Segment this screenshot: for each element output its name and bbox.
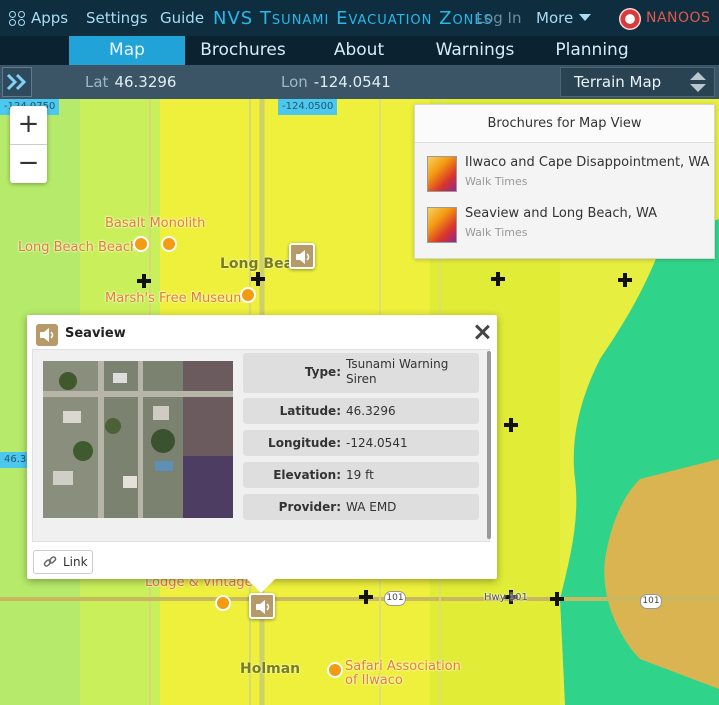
brochure-thumbnail-icon [427, 207, 457, 243]
siren-speaker-icon [36, 324, 58, 346]
crosshair-marker[interactable] [504, 418, 518, 432]
grid-label-lon-2: -124.0500 [278, 99, 338, 115]
lon-label: Lon [281, 73, 308, 91]
brochure-item[interactable]: Ilwaco and Cape Disappointment, WA Walk … [427, 153, 712, 197]
apps-link[interactable]: Apps [31, 0, 68, 36]
link-label: Link [63, 555, 88, 569]
poi-marker[interactable] [161, 236, 177, 252]
select-arrows-icon [690, 72, 706, 94]
brochure-title: Ilwaco and Cape Disappointment, WA [465, 155, 710, 170]
info-row-longitude: Longitude: -124.0541 [243, 430, 479, 456]
place-label: Marsh's Free Museum [105, 291, 246, 306]
poi-marker[interactable] [240, 287, 256, 303]
tab-about[interactable]: About [301, 36, 417, 65]
crosshair-marker[interactable] [550, 592, 564, 606]
info-value: 19 ft [346, 468, 374, 482]
siren-aerial-photo [43, 361, 233, 518]
crosshair-marker[interactable] [618, 273, 632, 287]
info-row-type: Type: Tsunami Warning Siren [243, 353, 479, 393]
close-icon[interactable] [474, 324, 490, 340]
settings-link[interactable]: Settings [86, 0, 148, 36]
highway-shield: 101 [384, 591, 406, 606]
info-key: Longitude: [268, 436, 341, 450]
nanoos-brand[interactable]: NANOOS [646, 0, 710, 37]
more-menu[interactable]: More [536, 0, 592, 36]
place-label: of Ilwaco [345, 673, 403, 688]
poi-marker[interactable] [327, 662, 343, 678]
info-row-elevation: Elevation: 19 ft [243, 462, 479, 488]
info-key: Provider: [278, 500, 341, 514]
expand-panel-button[interactable] [2, 67, 32, 97]
top-nav: Apps Settings Guide NVS Tsunami Evacuati… [0, 0, 719, 36]
info-value: Tsunami Warning Siren [346, 357, 449, 386]
crosshair-marker[interactable] [251, 272, 265, 286]
highway-label: Hwy 101 [484, 592, 528, 603]
tab-warnings[interactable]: Warnings [417, 36, 533, 65]
crosshair-marker[interactable] [137, 274, 151, 288]
info-key: Latitude: [279, 404, 341, 418]
speaker-icon [296, 250, 310, 264]
info-key: Type: [304, 365, 341, 379]
poi-marker[interactable] [133, 236, 149, 252]
brochure-subtitle: Walk Times [465, 226, 528, 239]
coordinate-bar: Lat 46.3296 Lon -124.0541 Terrain Map [0, 65, 719, 99]
zoom-control: + − [10, 106, 47, 183]
info-key: Elevation: [273, 468, 341, 482]
basemap-select-value: Terrain Map [574, 73, 662, 91]
popup-body: Type: Tsunami Warning Siren Latitude: 46… [32, 349, 490, 542]
place-label: Long Beach Beach [18, 240, 139, 255]
place-label: Safari Association [345, 659, 461, 674]
town-label: Holman [240, 661, 301, 677]
tab-planning[interactable]: Planning [533, 36, 651, 65]
double-chevron-right-icon [6, 73, 27, 91]
info-value: WA EMD [346, 500, 397, 514]
siren-marker[interactable] [289, 243, 315, 269]
latitude-readout: Lat 46.3296 [85, 65, 176, 99]
site-title: NVS Tsunami Evacuation Zones [213, 8, 493, 29]
brochures-panel: Brochures for Map View Ilwaco and Cape D… [414, 104, 715, 259]
lat-label: Lat [85, 73, 109, 91]
lon-value: -124.0541 [313, 73, 391, 91]
chain-link-icon [43, 556, 57, 567]
apps-grid-icon[interactable] [9, 11, 27, 27]
brochure-subtitle: Walk Times [465, 175, 528, 188]
info-row-latitude: Latitude: 46.3296 [243, 398, 479, 424]
nanoos-logo-icon[interactable] [619, 8, 641, 30]
lat-value: 46.3296 [114, 73, 177, 91]
zoom-in-button[interactable]: + [10, 106, 47, 144]
longitude-readout: Lon -124.0541 [281, 65, 391, 99]
guide-link[interactable]: Guide [160, 0, 204, 36]
info-value: -124.0541 [346, 436, 408, 450]
brochure-item[interactable]: Seaview and Long Beach, WA Walk Times [427, 204, 712, 248]
crosshair-marker[interactable] [359, 590, 373, 604]
tab-brochures[interactable]: Brochures [185, 36, 301, 65]
link-button[interactable]: Link [33, 550, 93, 574]
brochures-panel-heading: Brochures for Map View [415, 105, 714, 143]
feature-popup: Seaview Type: Tsunami Warning Siren Lati… [27, 315, 497, 579]
zoom-out-button[interactable]: − [10, 145, 47, 183]
caret-down-icon [579, 14, 592, 21]
brochure-title: Seaview and Long Beach, WA [465, 206, 658, 221]
speaker-icon [256, 600, 270, 614]
more-label: More [536, 9, 574, 27]
poi-marker[interactable] [215, 595, 231, 611]
highway-shield: 101 [640, 594, 662, 609]
popup-pointer [246, 578, 276, 593]
popup-title: Seaview [65, 326, 126, 341]
brochure-thumbnail-icon [427, 156, 457, 192]
popup-scrollbar[interactable] [487, 351, 491, 539]
place-label: Basalt Monolith [105, 216, 206, 231]
tab-bar: Map Brochures About Warnings Planning [0, 36, 719, 65]
info-value: 46.3296 [346, 404, 396, 418]
siren-marker-selected[interactable] [249, 593, 275, 619]
login-link[interactable]: Log In [476, 0, 522, 36]
crosshair-marker[interactable] [491, 272, 505, 286]
tab-map[interactable]: Map [69, 36, 185, 65]
basemap-select[interactable]: Terrain Map [560, 67, 715, 97]
info-row-provider: Provider: WA EMD [243, 494, 479, 520]
